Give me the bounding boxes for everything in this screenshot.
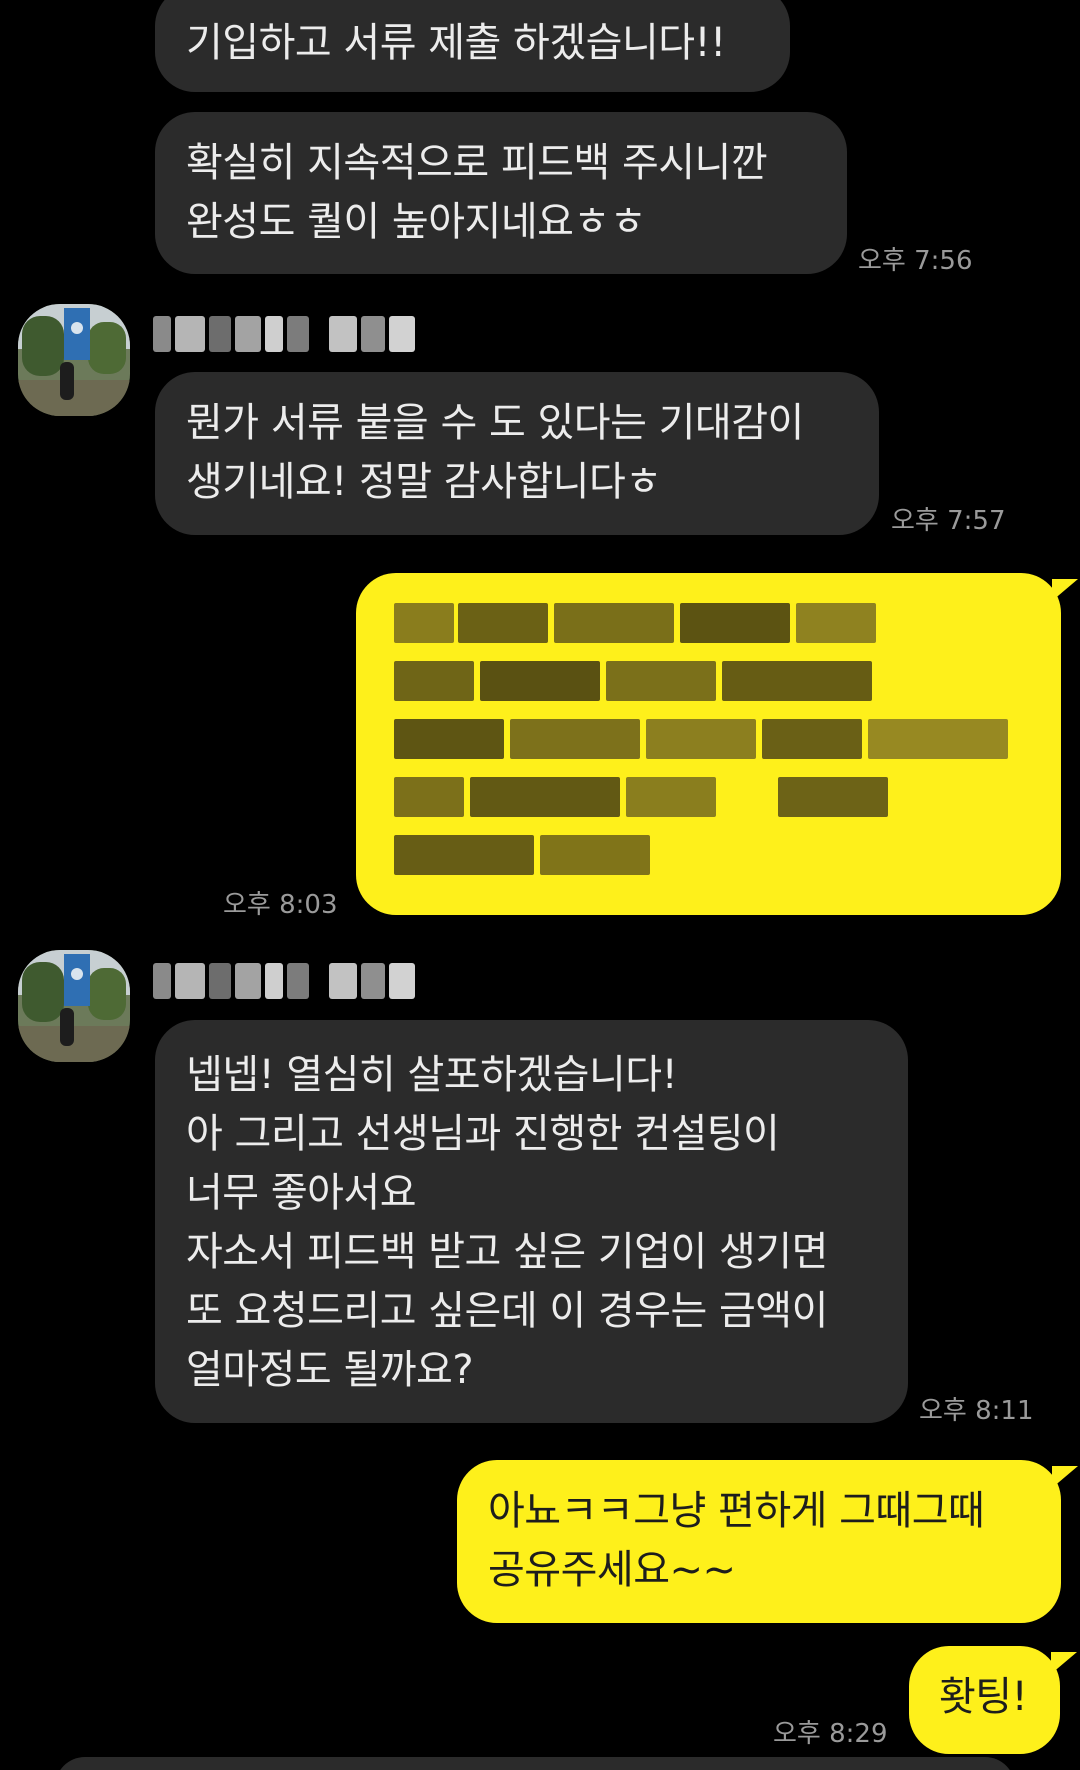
message-timestamp: 오후 8:03	[223, 890, 338, 920]
incoming-message[interactable]: 뭔가 서류 붙을 수 도 있다는 기대감이 생기네요! 정말 감사합니다ㅎ	[155, 372, 879, 535]
sender-name-blurred	[153, 316, 418, 352]
outgoing-message-blurred[interactable]	[356, 573, 1078, 915]
outgoing-message[interactable]: 아뇨ㅋㅋ그냥 편하게 그때그때 공유주세요~~	[457, 1460, 1078, 1623]
incoming-message[interactable]: 확실히 지속적으로 피드백 주시니깐 완성도 퀄이 높아지네요ㅎㅎ	[155, 112, 847, 274]
sender-avatar[interactable]	[18, 304, 130, 416]
message-timestamp: 오후 7:56	[858, 246, 973, 276]
sender-name-blurred	[153, 963, 418, 999]
outgoing-message[interactable]: 홧팅!	[909, 1646, 1077, 1754]
message-timestamp: 오후 8:29	[773, 1719, 888, 1749]
pixelated-text	[394, 603, 1014, 893]
message-timestamp: 오후 8:11	[919, 1396, 1034, 1426]
incoming-message[interactable]: 기입하고 서류 제출 하겠습니다!!	[155, 0, 790, 92]
incoming-message[interactable]: 넵넵! 열심히 살포하겠습니다! 아 그리고 선생님과 진행한 컨설팅이 너무 …	[155, 1020, 908, 1423]
incoming-message-partial[interactable]	[55, 1757, 1015, 1770]
sender-avatar[interactable]	[18, 950, 130, 1062]
message-timestamp: 오후 7:57	[891, 506, 1006, 536]
